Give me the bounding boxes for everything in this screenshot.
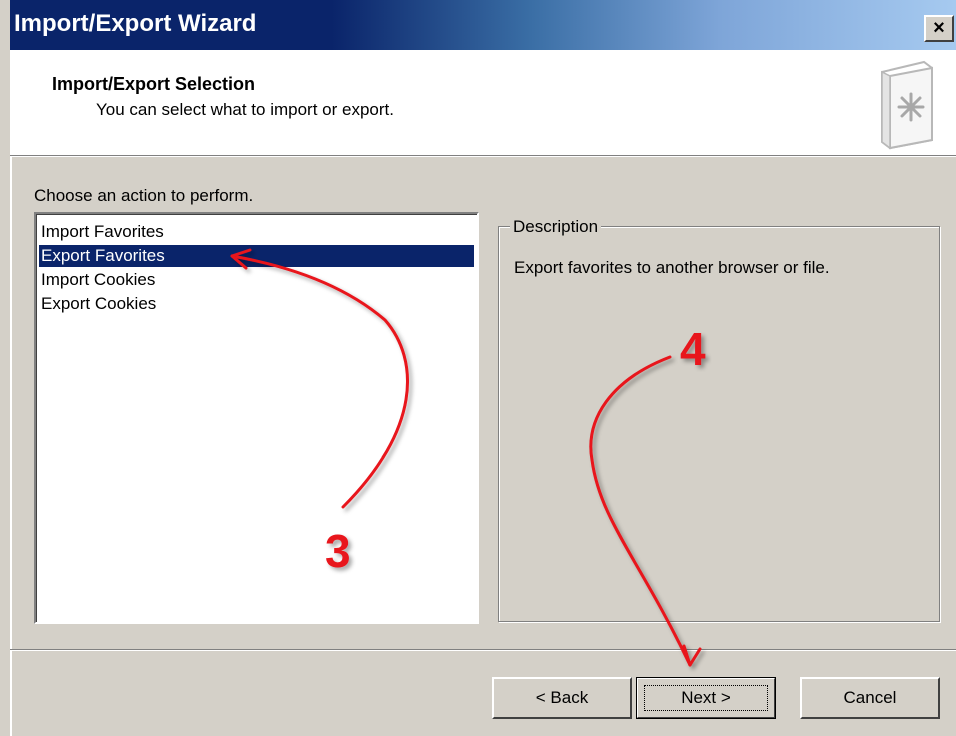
annotation-step-4: 4 [680, 323, 706, 375]
arrow-4 [589, 355, 702, 667]
arrow-3 [230, 248, 409, 509]
annotation-step-3: 3 [325, 525, 351, 577]
annotation-layer: 3 4 [230, 248, 706, 667]
wizard-window: Import/Export Wizard × Import/Export Sel… [0, 0, 956, 736]
